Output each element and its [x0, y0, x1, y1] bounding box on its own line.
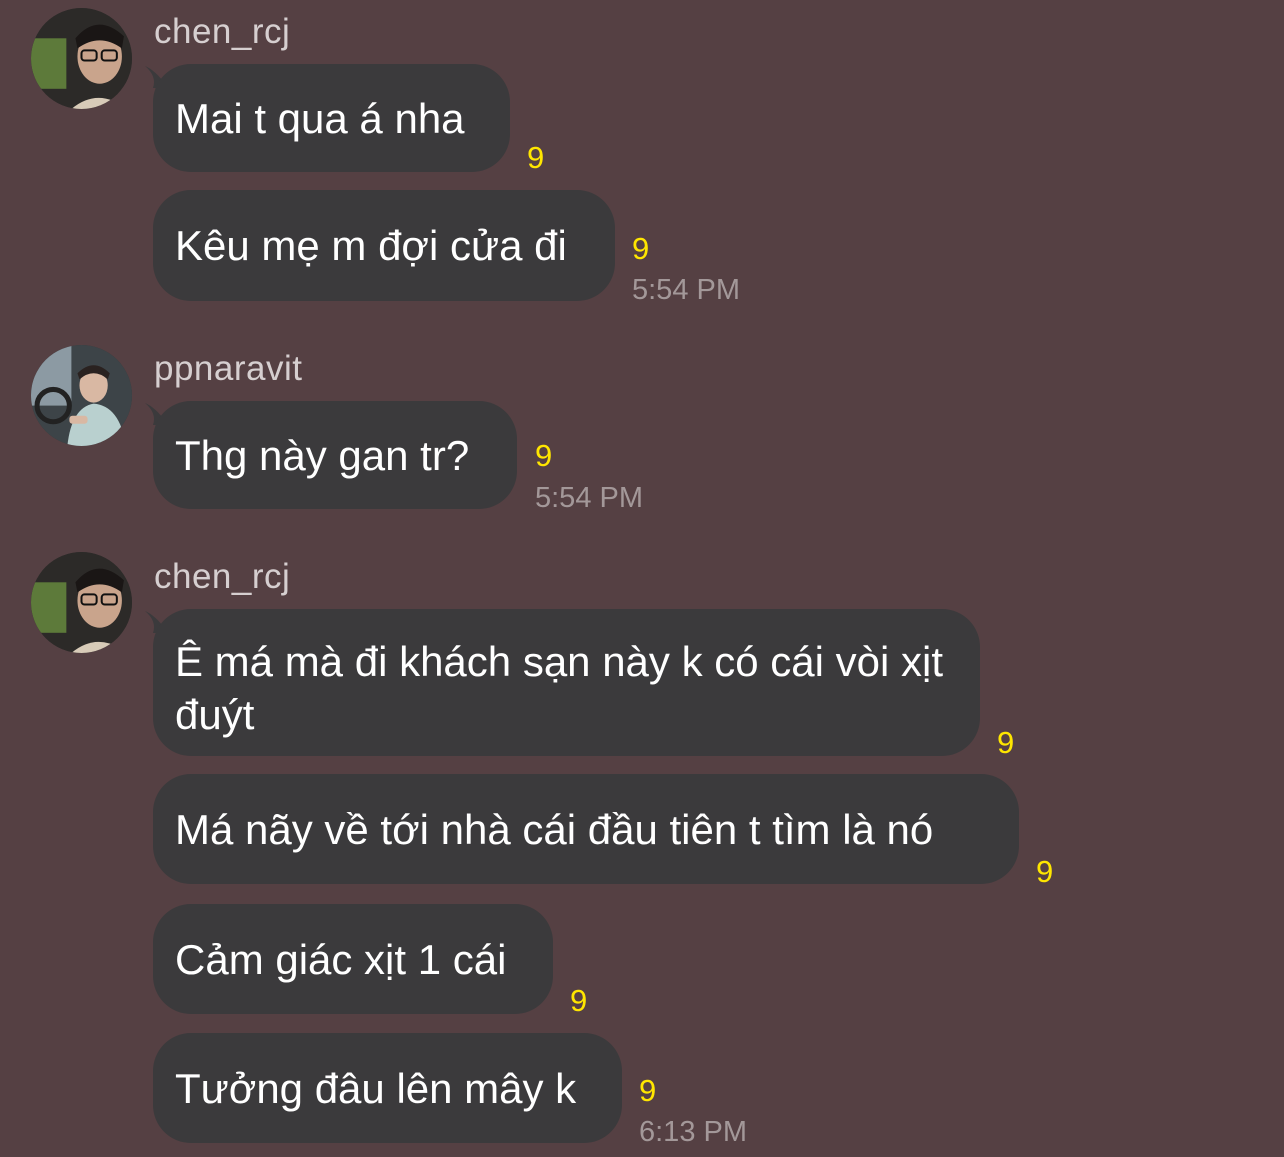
avatar-photo-icon — [31, 552, 132, 653]
read-count: 9 — [535, 438, 553, 473]
message-text: Tưởng đâu lên mây k — [175, 1064, 577, 1112]
read-count: 9 — [997, 725, 1015, 760]
read-count: 9 — [632, 231, 650, 266]
timestamp: 5:54 PM — [535, 482, 643, 514]
timestamp: 5:54 PM — [632, 274, 740, 306]
message-bubble[interactable]: Thg này gan tr? — [153, 401, 517, 509]
message-bubble[interactable]: Cảm giác xịt 1 cái — [153, 904, 553, 1014]
avatar[interactable] — [31, 345, 132, 446]
message-bubble[interactable]: Kêu mẹ m đợi cửa đi — [153, 190, 615, 301]
message-text: Thg này gan tr? — [175, 431, 470, 479]
message-text: Kêu mẹ m đợi cửa đi — [175, 222, 567, 269]
username: ppnaravit — [154, 349, 303, 388]
read-count: 9 — [639, 1073, 657, 1108]
message-text: Má nãy về tới nhà cái đầu tiên t tìm là … — [175, 805, 934, 853]
message-text: Ê má mà đi khách sạn này k có cái vòi xị… — [175, 638, 943, 738]
avatar-photo-icon — [31, 8, 132, 109]
read-count: 9 — [570, 983, 588, 1018]
message-bubble[interactable]: Tưởng đâu lên mây k — [153, 1033, 622, 1143]
avatar[interactable] — [31, 8, 132, 109]
message-bubble[interactable]: Mai t qua á nha — [153, 64, 510, 172]
avatar[interactable] — [31, 552, 132, 653]
timestamp: 6:13 PM — [639, 1116, 747, 1148]
message-bubble[interactable]: Ê má mà đi khách sạn này k có cái vòi xị… — [153, 609, 980, 756]
read-count: 9 — [1036, 854, 1054, 889]
message-text: Mai t qua á nha — [175, 94, 465, 142]
username: chen_rcj — [154, 557, 291, 596]
username: chen_rcj — [154, 12, 291, 51]
read-count: 9 — [527, 140, 545, 175]
message-text: Cảm giác xịt 1 cái — [175, 935, 507, 983]
avatar-photo-icon — [31, 345, 132, 446]
message-bubble[interactable]: Má nãy về tới nhà cái đầu tiên t tìm là … — [153, 774, 1019, 884]
